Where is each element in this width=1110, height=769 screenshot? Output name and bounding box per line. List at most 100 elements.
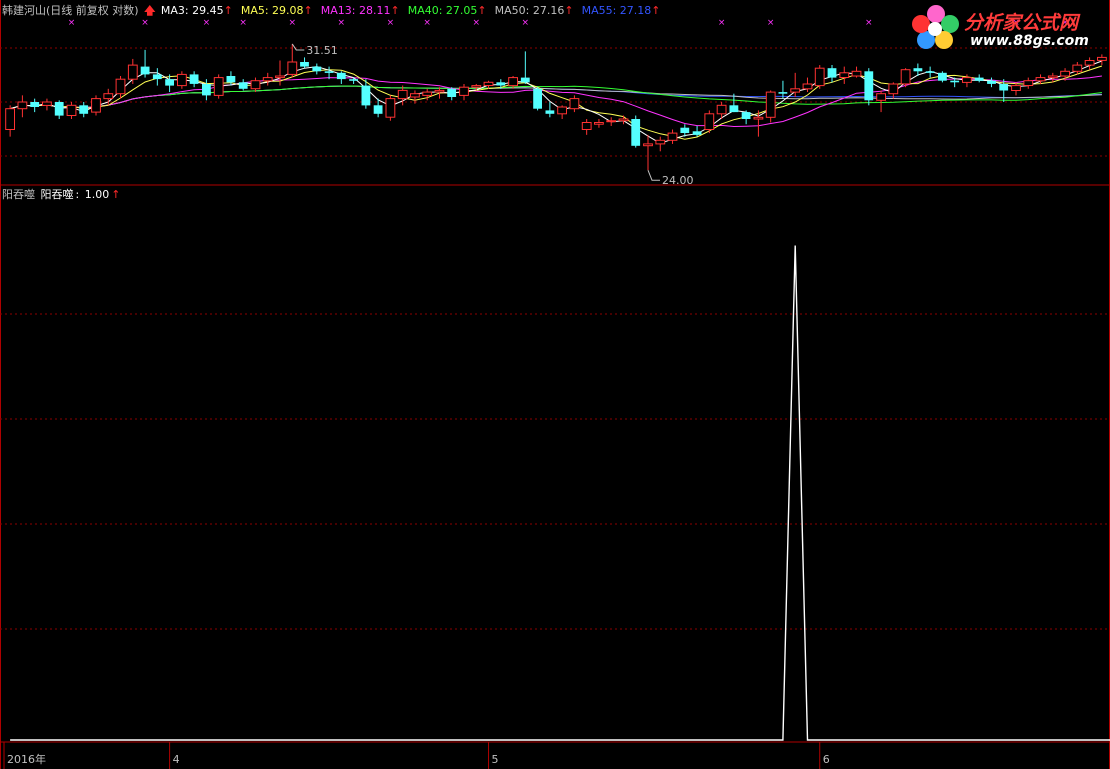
candlesticks[interactable]: [5, 43, 1107, 171]
candle: [189, 71, 199, 88]
candle-body: [962, 77, 972, 83]
ma-arrow-icon: ↑: [651, 4, 661, 17]
candle-body: [790, 88, 801, 93]
candle: [974, 74, 984, 83]
candle: [581, 118, 592, 135]
candle-body: [287, 61, 298, 75]
candle-body: [42, 101, 52, 106]
candle-body: [189, 74, 199, 84]
candle: [42, 98, 52, 111]
candle: [238, 79, 248, 91]
candle-body: [324, 71, 334, 73]
candle-body: [606, 120, 617, 123]
candle-body: [300, 62, 309, 67]
candle: [851, 66, 862, 78]
high-label: 31.51: [306, 44, 338, 57]
candle: [545, 101, 555, 118]
ma-labels: MA3: 29.45↑ MA5: 29.08↑ MA13: 28.11↑ MA40: …: [161, 4, 669, 17]
marker-icon: ×: [141, 18, 149, 28]
candle: [741, 110, 751, 125]
candle: [152, 68, 162, 86]
candle: [275, 60, 285, 86]
marker-icon: ×: [865, 18, 873, 28]
candle: [349, 77, 358, 84]
candle: [667, 129, 678, 144]
candle-body: [1047, 75, 1058, 79]
candle: [938, 71, 947, 83]
candle-body: [938, 72, 947, 81]
ma-label-ma50: MA50: 27.16↑: [494, 4, 574, 17]
candle-body: [667, 132, 678, 141]
candle-body: [716, 104, 727, 115]
ma-arrow-icon: ↑: [564, 4, 574, 17]
candle: [213, 74, 224, 99]
candle-body: [1023, 80, 1034, 86]
ma-arrow-icon: ↑: [303, 4, 313, 17]
candle: [250, 77, 261, 93]
indicator-value: 1.00: [84, 188, 110, 201]
flower-icon: [912, 5, 959, 49]
candle-body: [410, 93, 420, 98]
candle-body: [262, 77, 273, 82]
marker-icon: ×: [423, 18, 431, 28]
candle: [127, 58, 138, 84]
candle: [888, 82, 899, 99]
candle-body: [925, 71, 935, 73]
candle-body: [1084, 60, 1095, 66]
candle-body: [483, 81, 494, 87]
candle-body: [569, 98, 580, 110]
candle-body: [1011, 85, 1021, 91]
candle-body: [127, 64, 138, 80]
candle-body: [165, 79, 174, 86]
candle: [140, 49, 150, 78]
marker-icon: ×: [387, 18, 395, 28]
candle-body: [888, 83, 899, 95]
candle: [643, 134, 653, 171]
candle: [1097, 54, 1107, 66]
candle-body: [876, 93, 887, 101]
candle-body: [397, 89, 408, 100]
candle-body: [545, 110, 555, 114]
candle-body: [373, 105, 383, 114]
candle-body: [79, 105, 89, 114]
candle-body: [1072, 64, 1083, 72]
candle: [5, 105, 15, 137]
candle-body: [54, 102, 64, 116]
candle: [312, 63, 322, 75]
date-label: 6: [823, 753, 830, 766]
candle: [336, 71, 346, 84]
candle-body: [66, 104, 77, 117]
candle: [79, 101, 89, 118]
candle: [54, 100, 64, 119]
candle-body: [839, 72, 850, 79]
candle: [520, 51, 530, 84]
lower-header: 阳吞噬 阳吞噬: 1.00 ↑: [2, 188, 121, 201]
candle: [864, 68, 874, 106]
date-label: 2016年: [7, 752, 46, 766]
candle-body: [778, 92, 788, 94]
candle-body: [91, 98, 101, 113]
candle-body: [618, 118, 629, 122]
candle-body: [741, 112, 751, 119]
candle-body: [238, 82, 248, 89]
candle-body: [520, 77, 530, 83]
candle-body: [913, 68, 923, 72]
candle-body: [802, 83, 813, 90]
stock-title: 韩建河山(日线 前复权 对数): [2, 4, 139, 17]
candle-body: [275, 75, 285, 79]
candle-body: [202, 84, 211, 96]
candle: [177, 71, 187, 89]
candle-body: [692, 131, 702, 135]
date-label: 4: [173, 753, 180, 766]
candle-body: [5, 108, 15, 130]
candle-body: [447, 88, 457, 97]
ma-arrow-icon: ↑: [390, 4, 400, 17]
candle: [385, 95, 396, 121]
candle: [262, 72, 273, 86]
candle: [900, 68, 911, 88]
ma-label-ma3: MA3: 29.45↑: [160, 4, 233, 17]
candle-body: [999, 84, 1009, 91]
candle-body: [361, 85, 371, 106]
candle: [569, 95, 580, 113]
candle-body: [213, 77, 224, 96]
